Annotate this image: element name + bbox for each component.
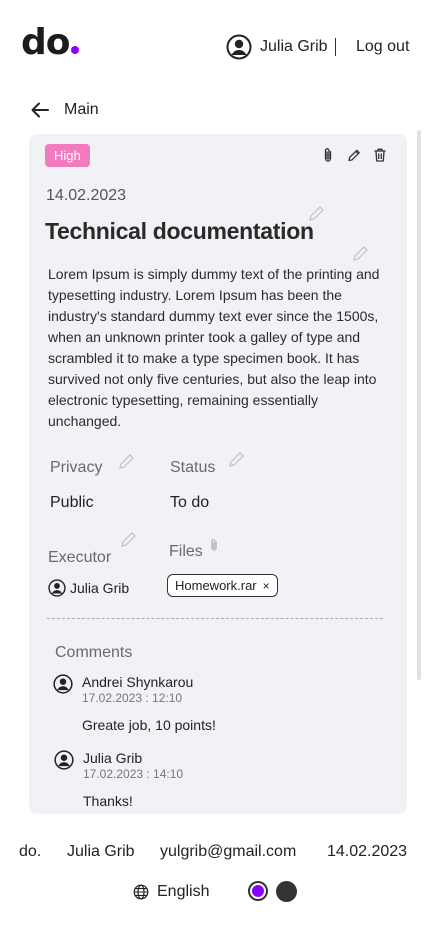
task-card: High 14.02.2023 Technical documentation … <box>29 134 407 814</box>
footer-email[interactable]: yulgrib@gmail.com <box>160 843 296 861</box>
status-value: To do <box>170 494 210 511</box>
privacy-label: Privacy <box>50 459 103 476</box>
paperclip-icon[interactable] <box>321 147 335 163</box>
logo-text: do <box>21 22 71 63</box>
status-label: Status <box>170 459 216 476</box>
paperclip-icon[interactable] <box>208 537 220 553</box>
header-separator <box>335 38 336 56</box>
trash-icon[interactable] <box>373 147 387 163</box>
header-user[interactable]: Julia Grib <box>226 34 328 60</box>
theme-purple-dot <box>252 885 264 897</box>
priority-badge: High <box>45 144 90 167</box>
language-selector[interactable]: English <box>133 883 209 901</box>
edit-status-pencil-icon[interactable] <box>227 450 247 470</box>
user-icon <box>54 750 74 770</box>
back-label: Main <box>64 101 99 118</box>
task-title: Technical documentation <box>45 218 314 244</box>
logo[interactable]: do <box>21 22 79 63</box>
comment-time: 17.02.2023 : 14:10 <box>83 767 184 781</box>
edit-executor-pencil-icon[interactable] <box>119 530 139 550</box>
logo-dot <box>70 46 79 54</box>
comments-label: Comments <box>55 644 133 661</box>
edit-description-pencil-icon[interactable] <box>351 244 371 264</box>
user-icon <box>53 674 73 694</box>
header-user-name: Julia Grib <box>260 38 328 55</box>
theme-purple-toggle[interactable] <box>248 881 268 901</box>
page-scrollbar[interactable] <box>417 130 421 680</box>
globe-icon <box>133 884 149 900</box>
comment-time: 17.02.2023 : 12:10 <box>82 691 183 705</box>
files-label: Files <box>169 543 203 560</box>
footer-date: 14.02.2023 <box>327 843 408 860</box>
executor: Julia Grib <box>48 579 129 597</box>
comment-text: Thanks! <box>83 793 133 809</box>
task-description: Lorem Ipsum is simply dummy text of the … <box>48 266 380 429</box>
user-icon <box>48 579 66 597</box>
file-name: Homework.rar <box>175 578 257 593</box>
logout-button[interactable]: Log out <box>356 38 409 56</box>
remove-file-button[interactable]: × <box>263 579 270 593</box>
divider <box>47 618 383 619</box>
user-icon <box>226 34 252 60</box>
pencil-icon[interactable] <box>347 147 361 163</box>
comment-author: Julia Grib <box>83 750 143 766</box>
executor-name: Julia Grib <box>70 580 130 596</box>
footer-brand[interactable]: do. <box>19 843 41 861</box>
theme-dark-toggle[interactable] <box>276 881 297 902</box>
task-date: 14.02.2023 <box>46 187 127 204</box>
edit-privacy-pencil-icon[interactable] <box>117 452 137 472</box>
privacy-value: Public <box>50 494 94 511</box>
executor-label: Executor <box>48 549 112 566</box>
file-chip[interactable]: Homework.rar × <box>167 574 278 597</box>
task-toolbar <box>321 147 387 163</box>
arrow-left-icon <box>30 100 50 120</box>
comment-author: Andrei Shynkarou <box>82 674 194 690</box>
comment-text: Greate job, 10 points! <box>82 717 216 733</box>
language-label: English <box>157 883 210 900</box>
footer-name: Julia Grib <box>67 843 135 860</box>
back-link[interactable]: Main <box>30 100 99 120</box>
